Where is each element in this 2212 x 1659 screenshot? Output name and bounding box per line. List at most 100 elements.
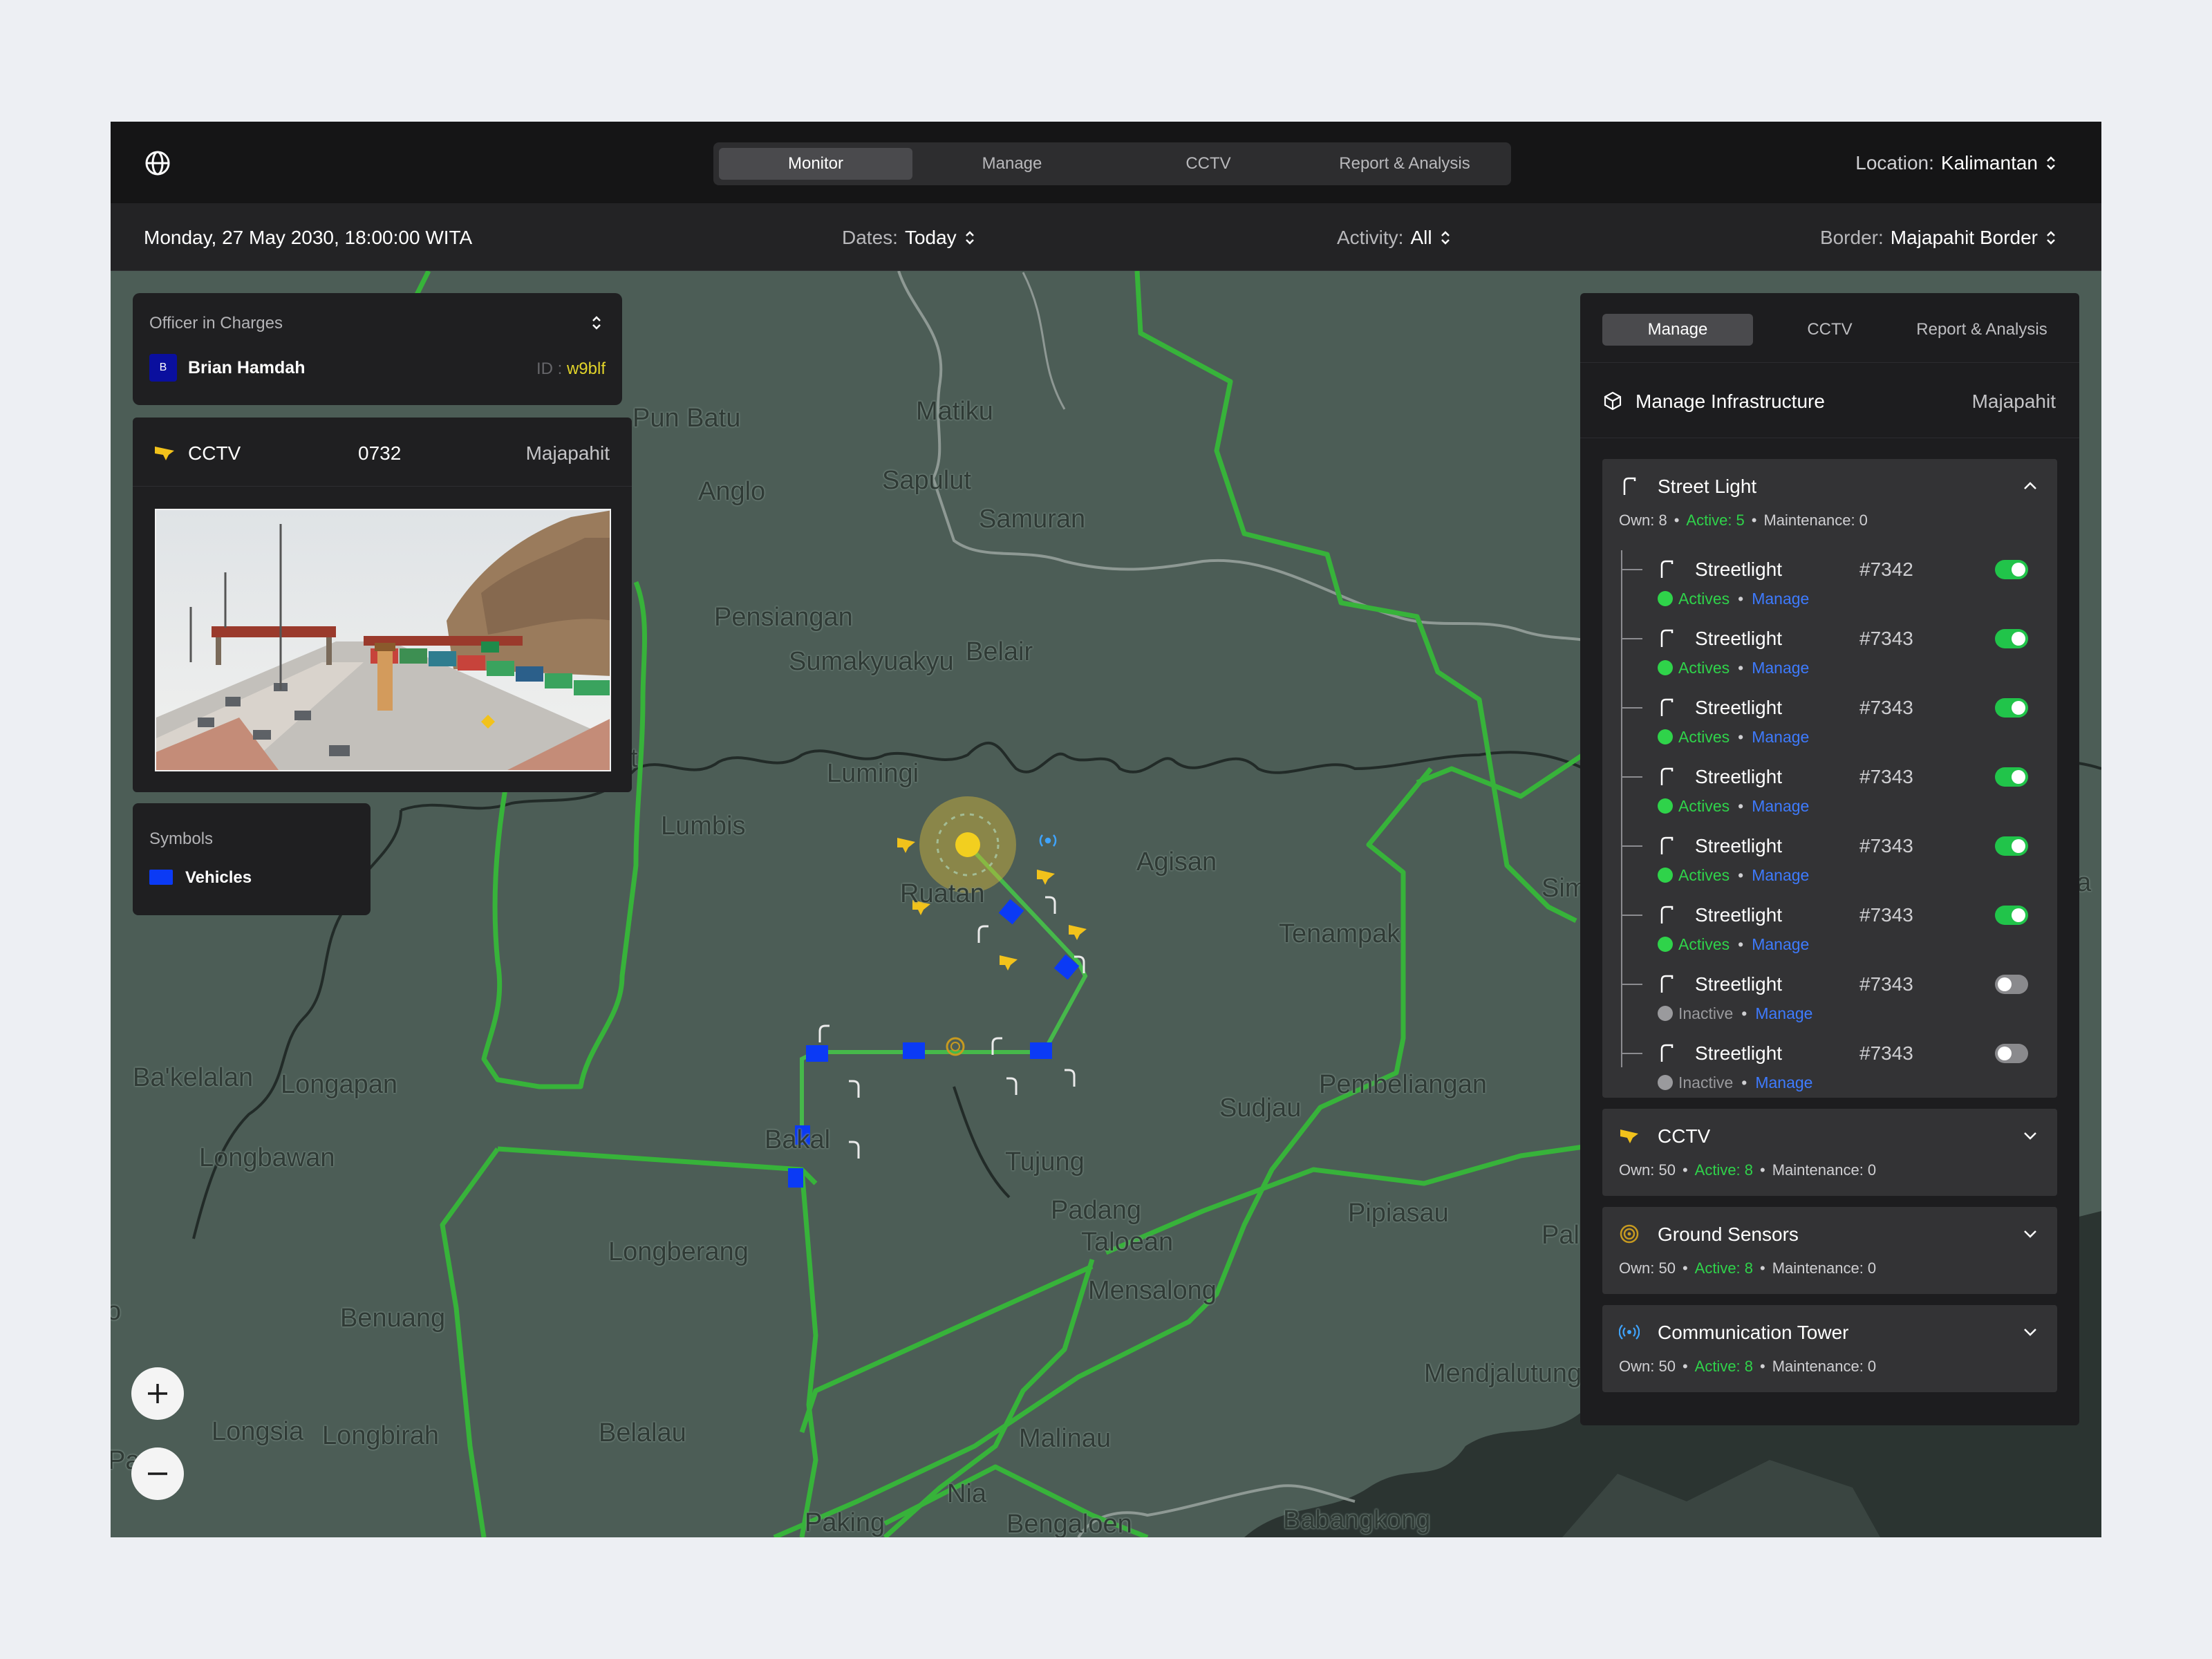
maintenance-count: Maintenance: 0 — [1772, 1259, 1877, 1277]
border-value: Majapahit Border — [1890, 227, 2038, 248]
place-label: Matiku — [916, 397, 993, 426]
street-light-group: Street Light Own: 8 • Active: 5 • Maintenanc… — [1602, 459, 2057, 1098]
tree-connector — [1621, 619, 1642, 688]
globe-logo-icon[interactable] — [144, 149, 171, 177]
group-stats: Own: 8 • Active: 5 • Maintenance: 0 — [1619, 512, 1868, 529]
own-count: Own: 50 — [1619, 1259, 1676, 1277]
location-select[interactable]: Location: Kalimantan — [1855, 148, 2057, 178]
own-count: Own: 50 — [1619, 1358, 1676, 1375]
place-label: Belair — [966, 637, 1033, 666]
streetlight-toggle[interactable] — [1995, 629, 2028, 648]
status-dot — [1658, 937, 1673, 952]
officer-in-charge-panel[interactable]: Officer in Charges B Brian Hamdah ID : w… — [133, 293, 622, 405]
ground-sensors-group[interactable]: Ground Sensors Own: 50 • Active: 8 • Mainten… — [1602, 1207, 2057, 1294]
activity-filter[interactable]: Activity: All — [1337, 225, 1452, 250]
place-label: Pensiangan — [714, 603, 853, 632]
place-label: Bakal — [765, 1125, 831, 1154]
app-window: Monitor Manage CCTV Report & Analysis Lo… — [111, 122, 2101, 1537]
legend-title: Symbols — [149, 830, 214, 848]
place-label: Pun Batu — [632, 404, 741, 433]
streetlight-toggle[interactable] — [1995, 836, 2028, 856]
place-label: Longbawan — [199, 1143, 335, 1172]
nav-tab-cctv[interactable]: CCTV — [1112, 148, 1305, 180]
chevron-up-icon[interactable] — [2023, 481, 2038, 491]
streetlight-row[interactable]: Streetlight #7343 Inactive • Manage — [1602, 1034, 2057, 1103]
manage-infrastructure-panel: Manage CCTV Report & Analysis Manage Inf… — [1580, 293, 2079, 1425]
cctv-feed-image[interactable] — [155, 509, 611, 771]
map-canvas[interactable]: Pun Batu Matiku Anglo Sapulut Samuran Pe… — [111, 271, 2101, 1537]
panel-tab-manage[interactable]: Manage — [1602, 314, 1753, 346]
streetlight-row[interactable]: Streetlight #7343 Actives • Manage — [1602, 827, 2057, 896]
up-down-chevron-icon — [1441, 231, 1450, 245]
manage-link[interactable]: Manage — [1752, 866, 1809, 885]
officer-id-value: w9blf — [566, 359, 606, 378]
status-text: Actives — [1678, 589, 1730, 608]
place-label: Pembeliangan — [1319, 1070, 1487, 1099]
streetlight-row[interactable]: Streetlight #7343 Actives • Manage — [1602, 619, 2057, 688]
nav-tab-report-analysis[interactable]: Report & Analysis — [1308, 148, 1501, 180]
chevron-down-icon[interactable] — [2023, 1229, 2038, 1239]
tree-connector — [1621, 550, 1642, 619]
status-text: Actives — [1678, 727, 1730, 746]
status-text: Actives — [1678, 658, 1730, 677]
group-title: Ground Sensors — [1658, 1224, 1799, 1245]
vehicle-swatch — [149, 870, 173, 885]
place-label: Belalau — [599, 1418, 686, 1447]
legend-item-vehicles: Vehicles — [185, 868, 252, 887]
streetlight-code: #7343 — [1859, 904, 1913, 926]
streetlight-toggle[interactable] — [1995, 1044, 2028, 1063]
active-count: Active: 8 — [1694, 1161, 1754, 1179]
maintenance-count: Maintenance: 0 — [1763, 512, 1868, 529]
zoom-out-button[interactable] — [131, 1447, 184, 1500]
cctv-group[interactable]: CCTV Own: 50 • Active: 8 • Maintenance: 0 — [1602, 1109, 2057, 1196]
ground-sensor-icon — [1620, 1224, 1639, 1244]
manage-link[interactable]: Manage — [1752, 659, 1809, 677]
streetlight-row[interactable]: Streetlight #7342 Actives • Manage — [1602, 550, 2057, 619]
streetlight-status: Actives • Manage — [1658, 658, 1809, 677]
place-label: Longapan — [281, 1070, 398, 1099]
up-down-chevron-icon — [2047, 231, 2055, 245]
panel-tab-report-analysis[interactable]: Report & Analysis — [1906, 314, 2057, 346]
streetlight-toggle[interactable] — [1995, 698, 2028, 718]
streetlight-row[interactable]: Streetlight #7343 Actives • Manage — [1602, 758, 2057, 827]
place-label: Padang — [1051, 1196, 1142, 1225]
place-label: Lumingi — [827, 759, 919, 788]
streetlight-toggle[interactable] — [1995, 906, 2028, 925]
maintenance-count: Maintenance: 0 — [1772, 1161, 1877, 1179]
manage-link[interactable]: Manage — [1752, 935, 1809, 954]
status-dot — [1658, 868, 1673, 883]
border-filter[interactable]: Border: Majapahit Border — [1820, 225, 2057, 250]
communication-tower-group[interactable]: Communication Tower Own: 50 • Active: 8 • Ma… — [1602, 1305, 2057, 1392]
manage-link[interactable]: Manage — [1755, 1004, 1812, 1023]
place-label: Babangkong — [1283, 1506, 1431, 1535]
streetlight-row[interactable]: Streetlight #7343 Inactive • Manage — [1602, 965, 2057, 1034]
dates-filter[interactable]: Dates: Today — [842, 225, 976, 250]
manage-link[interactable]: Manage — [1752, 797, 1809, 816]
streetlight-toggle[interactable] — [1995, 560, 2028, 579]
own-count: Own: 50 — [1619, 1161, 1676, 1179]
cctv-feed-header: CCTV 0732 Majapahit — [133, 418, 632, 487]
group-title: Street Light — [1658, 476, 1757, 497]
streetlight-toggle[interactable] — [1995, 767, 2028, 787]
panel-tab-cctv[interactable]: CCTV — [1754, 314, 1905, 346]
place-label: o — [111, 1297, 122, 1326]
nav-tab-manage[interactable]: Manage — [915, 148, 1109, 180]
manage-link[interactable]: Manage — [1752, 728, 1809, 747]
manage-link[interactable]: Manage — [1755, 1074, 1812, 1092]
streetlight-toggle[interactable] — [1995, 975, 2028, 994]
streetlight-row[interactable]: Streetlight #7343 Actives • Manage — [1602, 896, 2057, 965]
up-down-chevron-icon[interactable] — [590, 314, 603, 332]
streetlight-row[interactable]: Streetlight #7343 Actives • Manage — [1602, 688, 2057, 758]
streetlight-code: #7343 — [1859, 1042, 1913, 1064]
dates-value: Today — [904, 227, 957, 248]
manage-link[interactable]: Manage — [1752, 590, 1809, 608]
place-label: Anglo — [698, 477, 766, 506]
nav-tab-monitor[interactable]: Monitor — [719, 148, 912, 180]
chevron-down-icon[interactable] — [2023, 1131, 2038, 1141]
map-legend: Symbols Vehicles — [133, 803, 371, 915]
zoom-in-button[interactable] — [131, 1367, 184, 1420]
panel-title: Manage Infrastructure — [1635, 391, 1825, 412]
tree-connector — [1621, 688, 1642, 758]
chevron-down-icon[interactable] — [2023, 1327, 2038, 1337]
place-label: Sapulut — [882, 466, 971, 495]
